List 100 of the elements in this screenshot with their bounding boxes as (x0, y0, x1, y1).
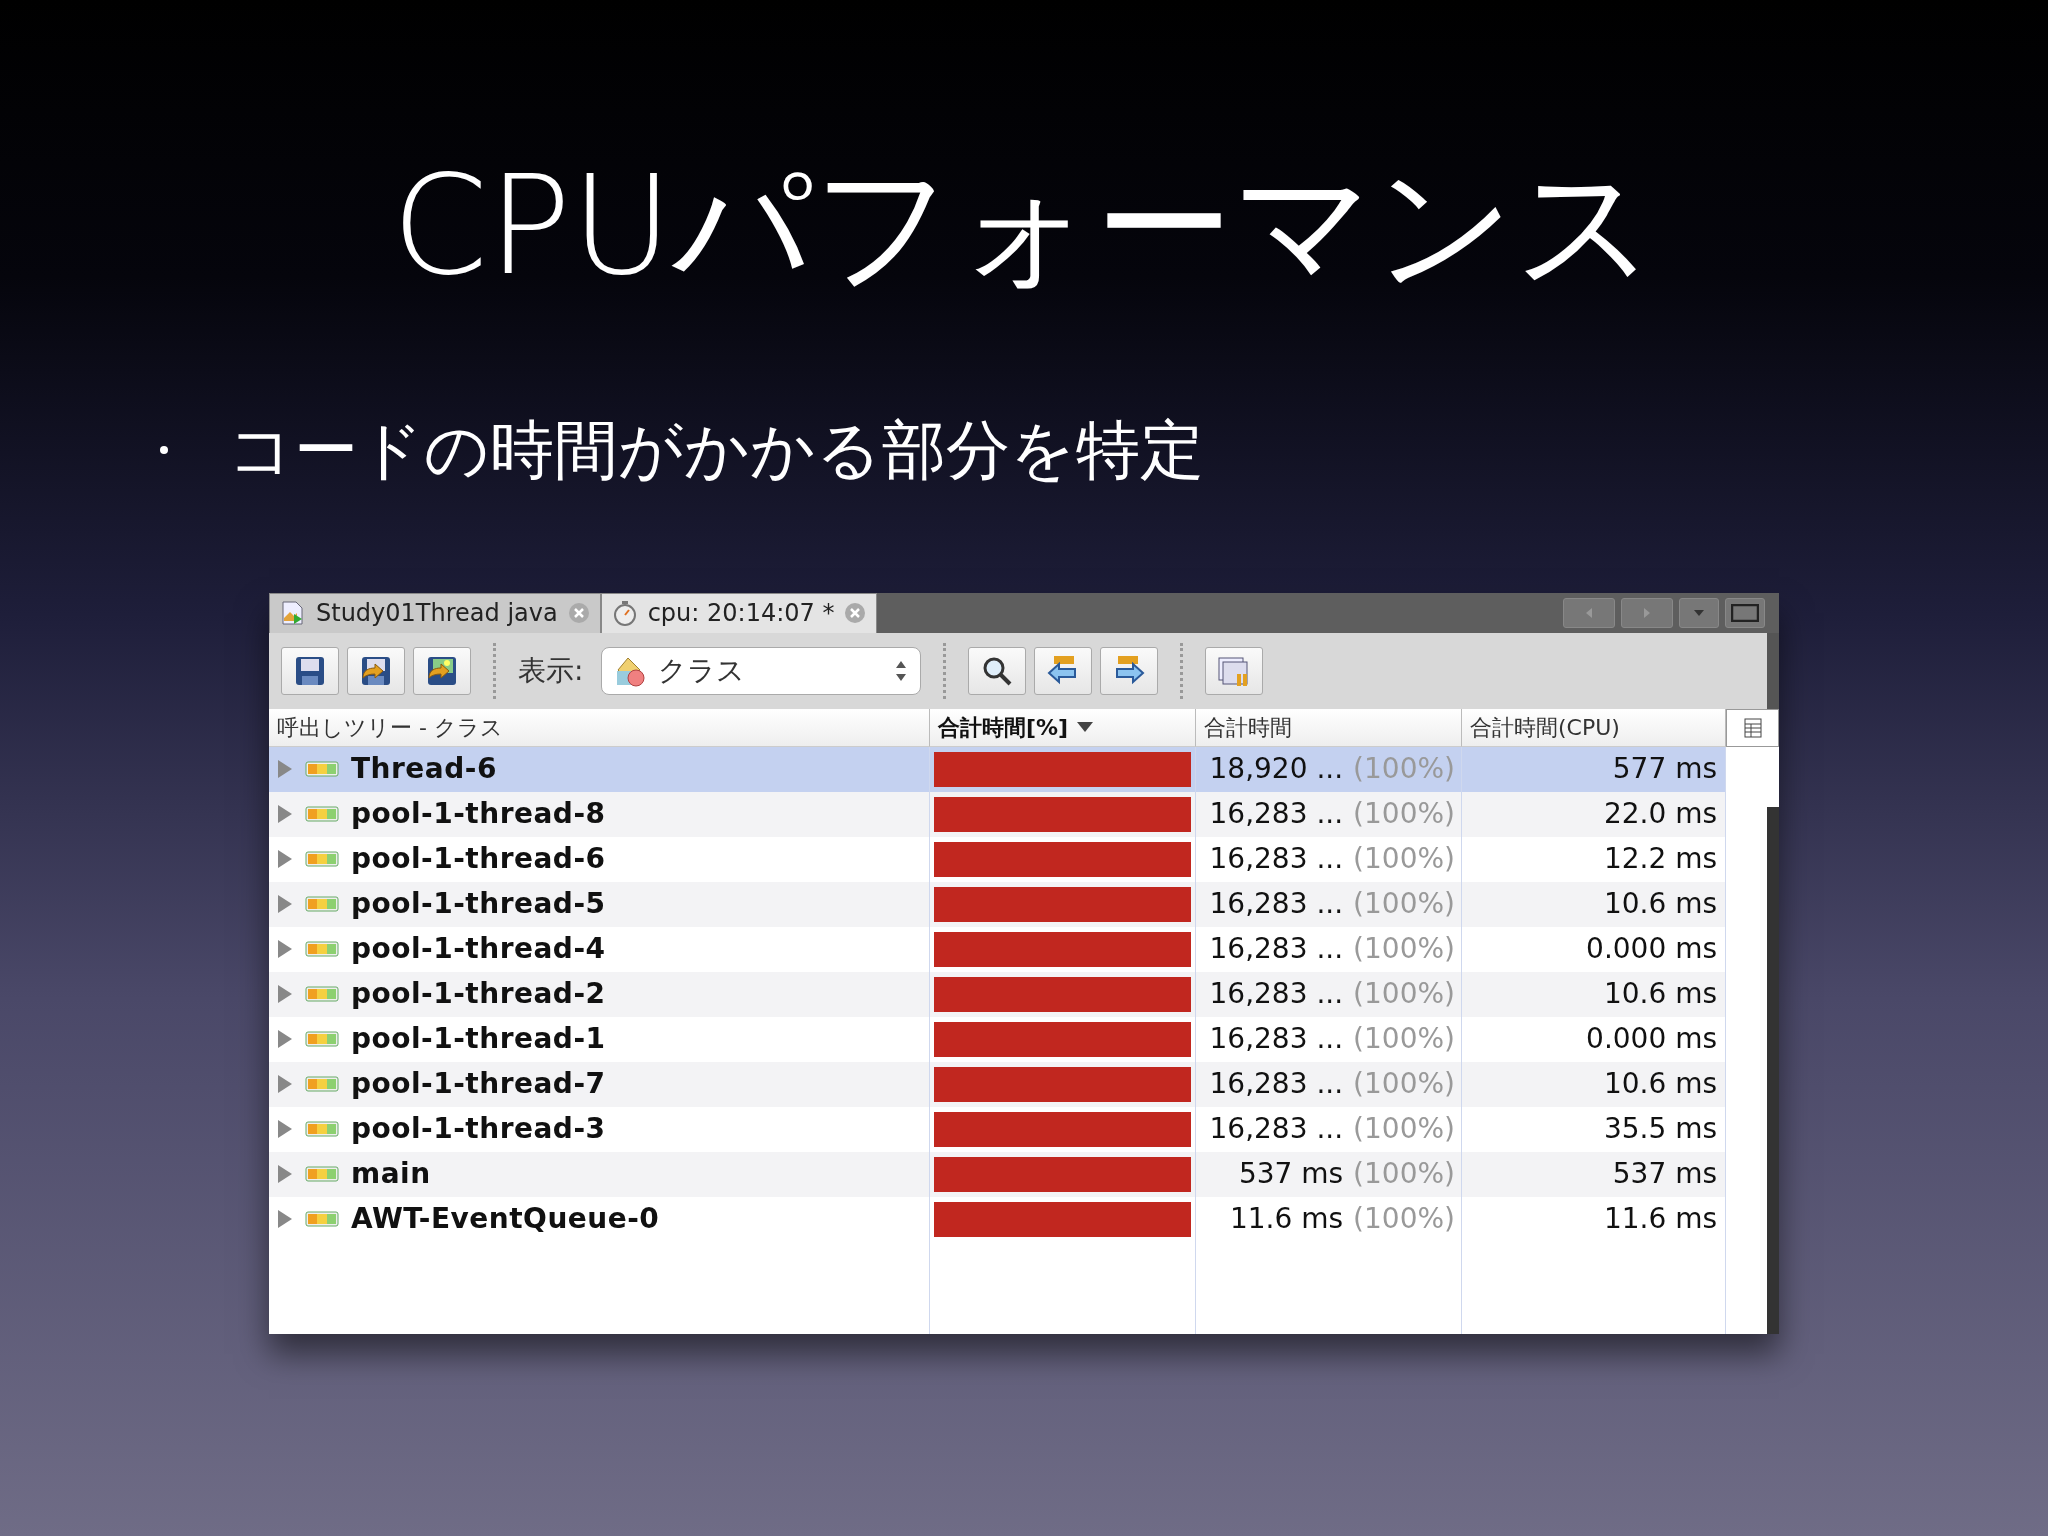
dropdown-icon (1694, 609, 1704, 616)
column-header[interactable]: 合計時間(CPU) (1462, 708, 1726, 747)
column-header[interactable]: 呼出しツリー - クラス (269, 708, 930, 747)
thread-icon (305, 1211, 339, 1228)
thread-name: pool-1-thread-1 (351, 1021, 606, 1058)
window-icon (1731, 603, 1759, 622)
thread-name: pool-1-thread-8 (351, 796, 606, 833)
expand-icon[interactable] (277, 984, 293, 1005)
column-header[interactable]: 合計時間 (1196, 708, 1462, 747)
previous-button[interactable] (1034, 646, 1093, 695)
view-select[interactable]: クラス (601, 646, 922, 695)
next-button[interactable] (1100, 646, 1159, 695)
thread-name: pool-1-thread-5 (351, 886, 606, 923)
cpu-time: 22.0 ms (1603, 796, 1717, 833)
expand-icon[interactable] (277, 1209, 293, 1230)
expand-icon[interactable] (277, 939, 293, 960)
table-row[interactable]: main 537 ms (100%) 537 ms (269, 1151, 1726, 1197)
total-time: 16,283 ... (1209, 841, 1344, 878)
close-icon[interactable] (844, 602, 867, 625)
snapshot-button[interactable] (1205, 646, 1264, 695)
scroll-right-button[interactable] (1621, 597, 1673, 628)
table-row[interactable]: pool-1-thread-2 16,283 ... (100%) 10.6 ms (269, 971, 1726, 1017)
maximize-button[interactable] (1725, 597, 1765, 628)
expand-icon[interactable] (277, 849, 293, 870)
thread-icon (305, 1166, 339, 1183)
cpu-time: 0.000 ms (1586, 931, 1717, 968)
thread-icon (305, 1076, 339, 1093)
table-row[interactable]: pool-1-thread-3 16,283 ... (100%) 35.5 ms (269, 1106, 1726, 1152)
column-chooser-button[interactable] (1726, 708, 1779, 747)
cpu-time: 12.2 ms (1603, 841, 1717, 878)
expand-icon[interactable] (277, 804, 293, 825)
table-row[interactable]: pool-1-thread-7 16,283 ... (100%) 10.6 ms (269, 1061, 1726, 1107)
thread-icon (305, 1121, 339, 1138)
percent-text: (100%) (1353, 841, 1455, 878)
close-icon[interactable] (567, 602, 590, 625)
cpu-time: 0.000 ms (1586, 1021, 1717, 1058)
total-time: 18,920 ... (1209, 751, 1344, 788)
bullet-dot (160, 445, 168, 454)
scroll-left-button[interactable] (1563, 597, 1615, 628)
table-row[interactable]: pool-1-thread-5 16,283 ... (100%) 10.6 ms (269, 881, 1726, 927)
search-button[interactable] (968, 646, 1027, 695)
table-row[interactable]: pool-1-thread-8 16,283 ... (100%) 22.0 ms (269, 791, 1726, 837)
cpu-time: 537 ms (1612, 1156, 1717, 1193)
percent-text: (100%) (1353, 751, 1455, 788)
save-button[interactable] (281, 646, 339, 695)
export-image-button[interactable] (413, 646, 471, 695)
expand-icon[interactable] (277, 1164, 293, 1185)
expand-icon[interactable] (277, 1029, 293, 1050)
column-header[interactable]: 合計時間[%] (930, 708, 1196, 747)
file-icon (280, 600, 306, 627)
export-button[interactable] (347, 646, 405, 695)
percent-text: (100%) (1353, 1201, 1455, 1238)
thread-name: Thread-6 (351, 751, 497, 788)
thread-name: AWT-EventQueue-0 (351, 1201, 660, 1238)
stopwatch-icon (611, 600, 638, 627)
percent-text: (100%) (1353, 886, 1455, 923)
table-row[interactable]: pool-1-thread-1 16,283 ... (100%) 0.000 ms (269, 1016, 1726, 1062)
expand-icon[interactable] (277, 759, 293, 780)
thread-name: pool-1-thread-7 (351, 1066, 606, 1103)
expand-icon[interactable] (277, 1074, 293, 1095)
thread-icon (305, 1031, 339, 1048)
table-row[interactable]: pool-1-thread-4 16,283 ... (100%) 0.000 ms (269, 926, 1726, 972)
thread-icon (305, 941, 339, 958)
dropdown-button[interactable] (1679, 597, 1719, 628)
scrollbar[interactable] (1767, 806, 1779, 1334)
thread-icon (305, 761, 339, 778)
thread-name: pool-1-thread-6 (351, 841, 606, 878)
sort-down-icon (1076, 721, 1095, 734)
expand-icon[interactable] (277, 1119, 293, 1140)
table-row[interactable]: AWT-EventQueue-0 11.6 ms (100%) 11.6 ms (269, 1196, 1726, 1242)
cpu-time: 10.6 ms (1603, 976, 1717, 1013)
percent-text: (100%) (1353, 1111, 1455, 1148)
expand-icon[interactable] (277, 894, 293, 915)
editor-tab[interactable]: cpu: 20:14:07 * (600, 592, 878, 633)
total-time: 16,283 ... (1209, 1021, 1344, 1058)
total-time: 16,283 ... (1209, 886, 1344, 923)
percent-text: (100%) (1353, 931, 1455, 968)
table-row[interactable]: Thread-6 18,920 ... (100%) 577 ms (269, 746, 1726, 792)
thread-icon (305, 986, 339, 1003)
slide-title: CPUパフォーマンス (390, 144, 1658, 302)
cpu-time: 10.6 ms (1603, 1066, 1717, 1103)
percent-text: (100%) (1353, 1066, 1455, 1103)
view-label: 表示: (518, 652, 584, 689)
percent-text: (100%) (1353, 1156, 1455, 1193)
thread-name: pool-1-thread-3 (351, 1111, 606, 1148)
right-arrow-icon (1644, 607, 1650, 618)
percent-text: (100%) (1353, 1021, 1455, 1058)
cpu-time: 11.6 ms (1603, 1201, 1717, 1238)
thread-icon (305, 806, 339, 823)
thread-icon (305, 851, 339, 868)
percent-text: (100%) (1353, 796, 1455, 833)
cpu-time: 577 ms (1612, 751, 1717, 788)
table-row[interactable]: pool-1-thread-6 16,283 ... (100%) 12.2 ms (269, 836, 1726, 882)
percent-text: (100%) (1353, 976, 1455, 1013)
table-icon (1743, 717, 1762, 738)
editor-tab[interactable]: Study01Thread java (269, 592, 601, 633)
cpu-time: 10.6 ms (1603, 886, 1717, 923)
thread-name: main (351, 1156, 431, 1193)
bullet-text: コードの時間がかかる部分を特定 (228, 411, 1204, 489)
total-time: 11.6 ms (1230, 1201, 1344, 1238)
